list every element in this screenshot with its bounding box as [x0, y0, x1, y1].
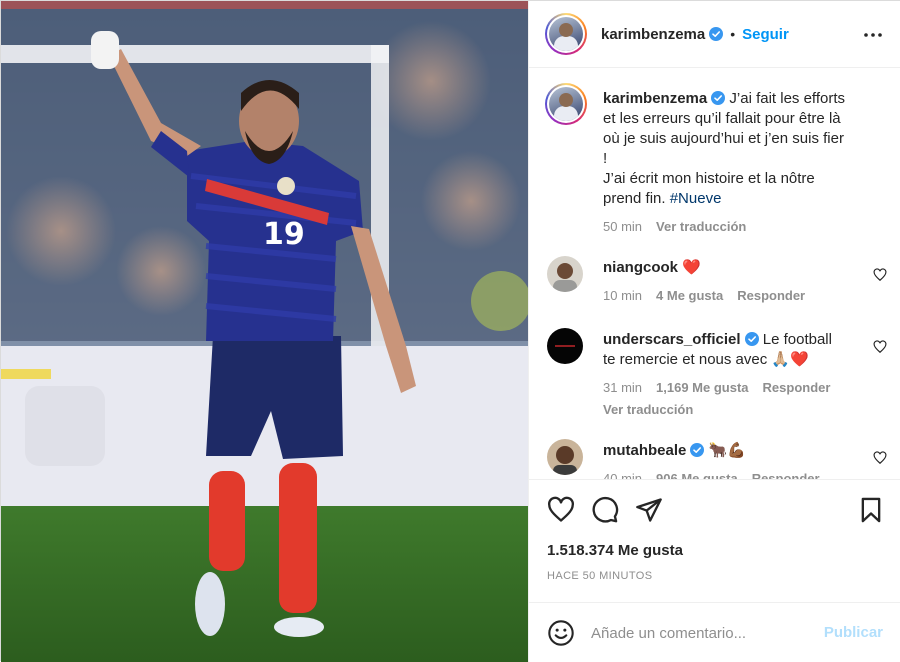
caption-meta: 50 min Ver traducción	[603, 217, 889, 237]
emoji-icon[interactable]	[547, 619, 575, 647]
verified-badge-icon	[709, 27, 724, 41]
reply-button[interactable]: Responder	[752, 469, 820, 479]
comment-text: Le football	[762, 331, 832, 348]
comment-body: mutahbeale 🐂💪🏾 40 min 906 Me gusta Respo…	[603, 441, 865, 479]
caption-time: 50 min	[603, 219, 643, 234]
comments-list[interactable]: karimbenzema J’ai fait les efforts et le…	[529, 69, 900, 479]
post-timestamp: HACE 50 MINUTOS	[547, 570, 653, 582]
comment-input[interactable]	[591, 621, 801, 645]
translate-link[interactable]: Ver traducción	[603, 400, 693, 420]
comment-likes[interactable]: 1,169 Me gusta	[656, 378, 749, 398]
comment-translate-row: Ver traducción	[603, 400, 865, 420]
comment-text: ❤️	[682, 259, 701, 276]
publish-button[interactable]: Publicar	[824, 624, 883, 641]
more-options-icon[interactable]	[861, 23, 885, 47]
svg-text:19: 19	[263, 217, 305, 252]
comment-body: niangcook ❤️ 10 min 4 Me gusta Responder	[603, 258, 865, 306]
comment-meta: 31 min 1,169 Me gusta Responder	[603, 378, 865, 398]
caption-author-avatar[interactable]	[545, 83, 587, 125]
follow-button[interactable]: Seguir	[742, 26, 789, 43]
player-photo-image: 19	[1, 1, 528, 662]
commenter-username[interactable]: underscars_officiel	[603, 331, 741, 348]
author-avatar[interactable]	[545, 13, 587, 55]
save-bookmark-icon[interactable]	[857, 496, 885, 524]
comment-like-icon[interactable]	[873, 268, 887, 282]
caption-line: !	[603, 150, 608, 167]
comment-bubble-icon[interactable]	[591, 496, 619, 524]
reply-button[interactable]: Responder	[737, 286, 805, 306]
author-username[interactable]: karimbenzema	[601, 26, 705, 43]
post-details-panel: karimbenzema • Seguir karimbenzema J’ai …	[528, 1, 900, 662]
comment-meta: 10 min 4 Me gusta Responder	[603, 286, 865, 306]
verified-badge-icon	[690, 443, 705, 457]
post-photo[interactable]: 19	[1, 1, 528, 662]
commenter-avatar[interactable]	[547, 328, 583, 364]
comment-time: 40 min	[603, 471, 643, 479]
comment-likes[interactable]: 4 Me gusta	[656, 286, 723, 306]
verified-badge-icon	[711, 91, 726, 105]
share-send-icon[interactable]	[635, 496, 663, 524]
comment-body: underscars_officiel Le football te remer…	[603, 330, 865, 420]
like-count[interactable]: 1.518.374 Me gusta	[547, 542, 683, 559]
post-actions: 1.518.374 Me gusta HACE 50 MINUTOS	[529, 479, 900, 601]
comment-like-icon[interactable]	[873, 451, 887, 465]
post-modal: 19 karimbenzema • Seguir karimbenzema J’…	[0, 0, 900, 662]
caption-username[interactable]: karimbenzema	[603, 90, 707, 107]
comment-likes[interactable]: 906 Me gusta	[656, 469, 738, 479]
caption-line: J’ai fait les efforts	[729, 90, 845, 107]
verified-badge-icon	[744, 332, 759, 346]
comment-text: te remercie et nous avec 🙏🏼❤️	[603, 351, 809, 368]
caption-line: prend fin.	[603, 190, 666, 207]
commenter-username[interactable]: mutahbeale	[603, 442, 686, 459]
caption-line: où je suis aujourd’hui et j’en suis fier	[603, 130, 844, 147]
comment-meta: 40 min 906 Me gusta Responder	[603, 469, 865, 479]
commenter-avatar[interactable]	[547, 256, 583, 292]
caption-line: J’ai écrit mon histoire et la nôtre	[603, 170, 815, 187]
like-heart-icon[interactable]	[547, 496, 575, 524]
comment-text: 🐂💪🏾	[708, 442, 746, 459]
header-separator: •	[730, 26, 736, 42]
comment-like-icon[interactable]	[873, 340, 887, 354]
comment-time: 10 min	[603, 288, 643, 303]
comment-composer: Publicar	[529, 602, 900, 662]
commenter-username[interactable]: niangcook	[603, 259, 678, 276]
reply-button[interactable]: Responder	[763, 378, 831, 398]
comment-time: 31 min	[603, 380, 643, 395]
commenter-avatar[interactable]	[547, 439, 583, 475]
caption-text: karimbenzema J’ai fait les efforts et le…	[603, 89, 889, 237]
translate-link[interactable]: Ver traducción	[656, 217, 746, 237]
post-header: karimbenzema • Seguir	[529, 1, 900, 68]
caption-line: et les erreurs qu’il fallait pour être l…	[603, 110, 841, 127]
hashtag-link[interactable]: #Nueve	[670, 190, 722, 207]
